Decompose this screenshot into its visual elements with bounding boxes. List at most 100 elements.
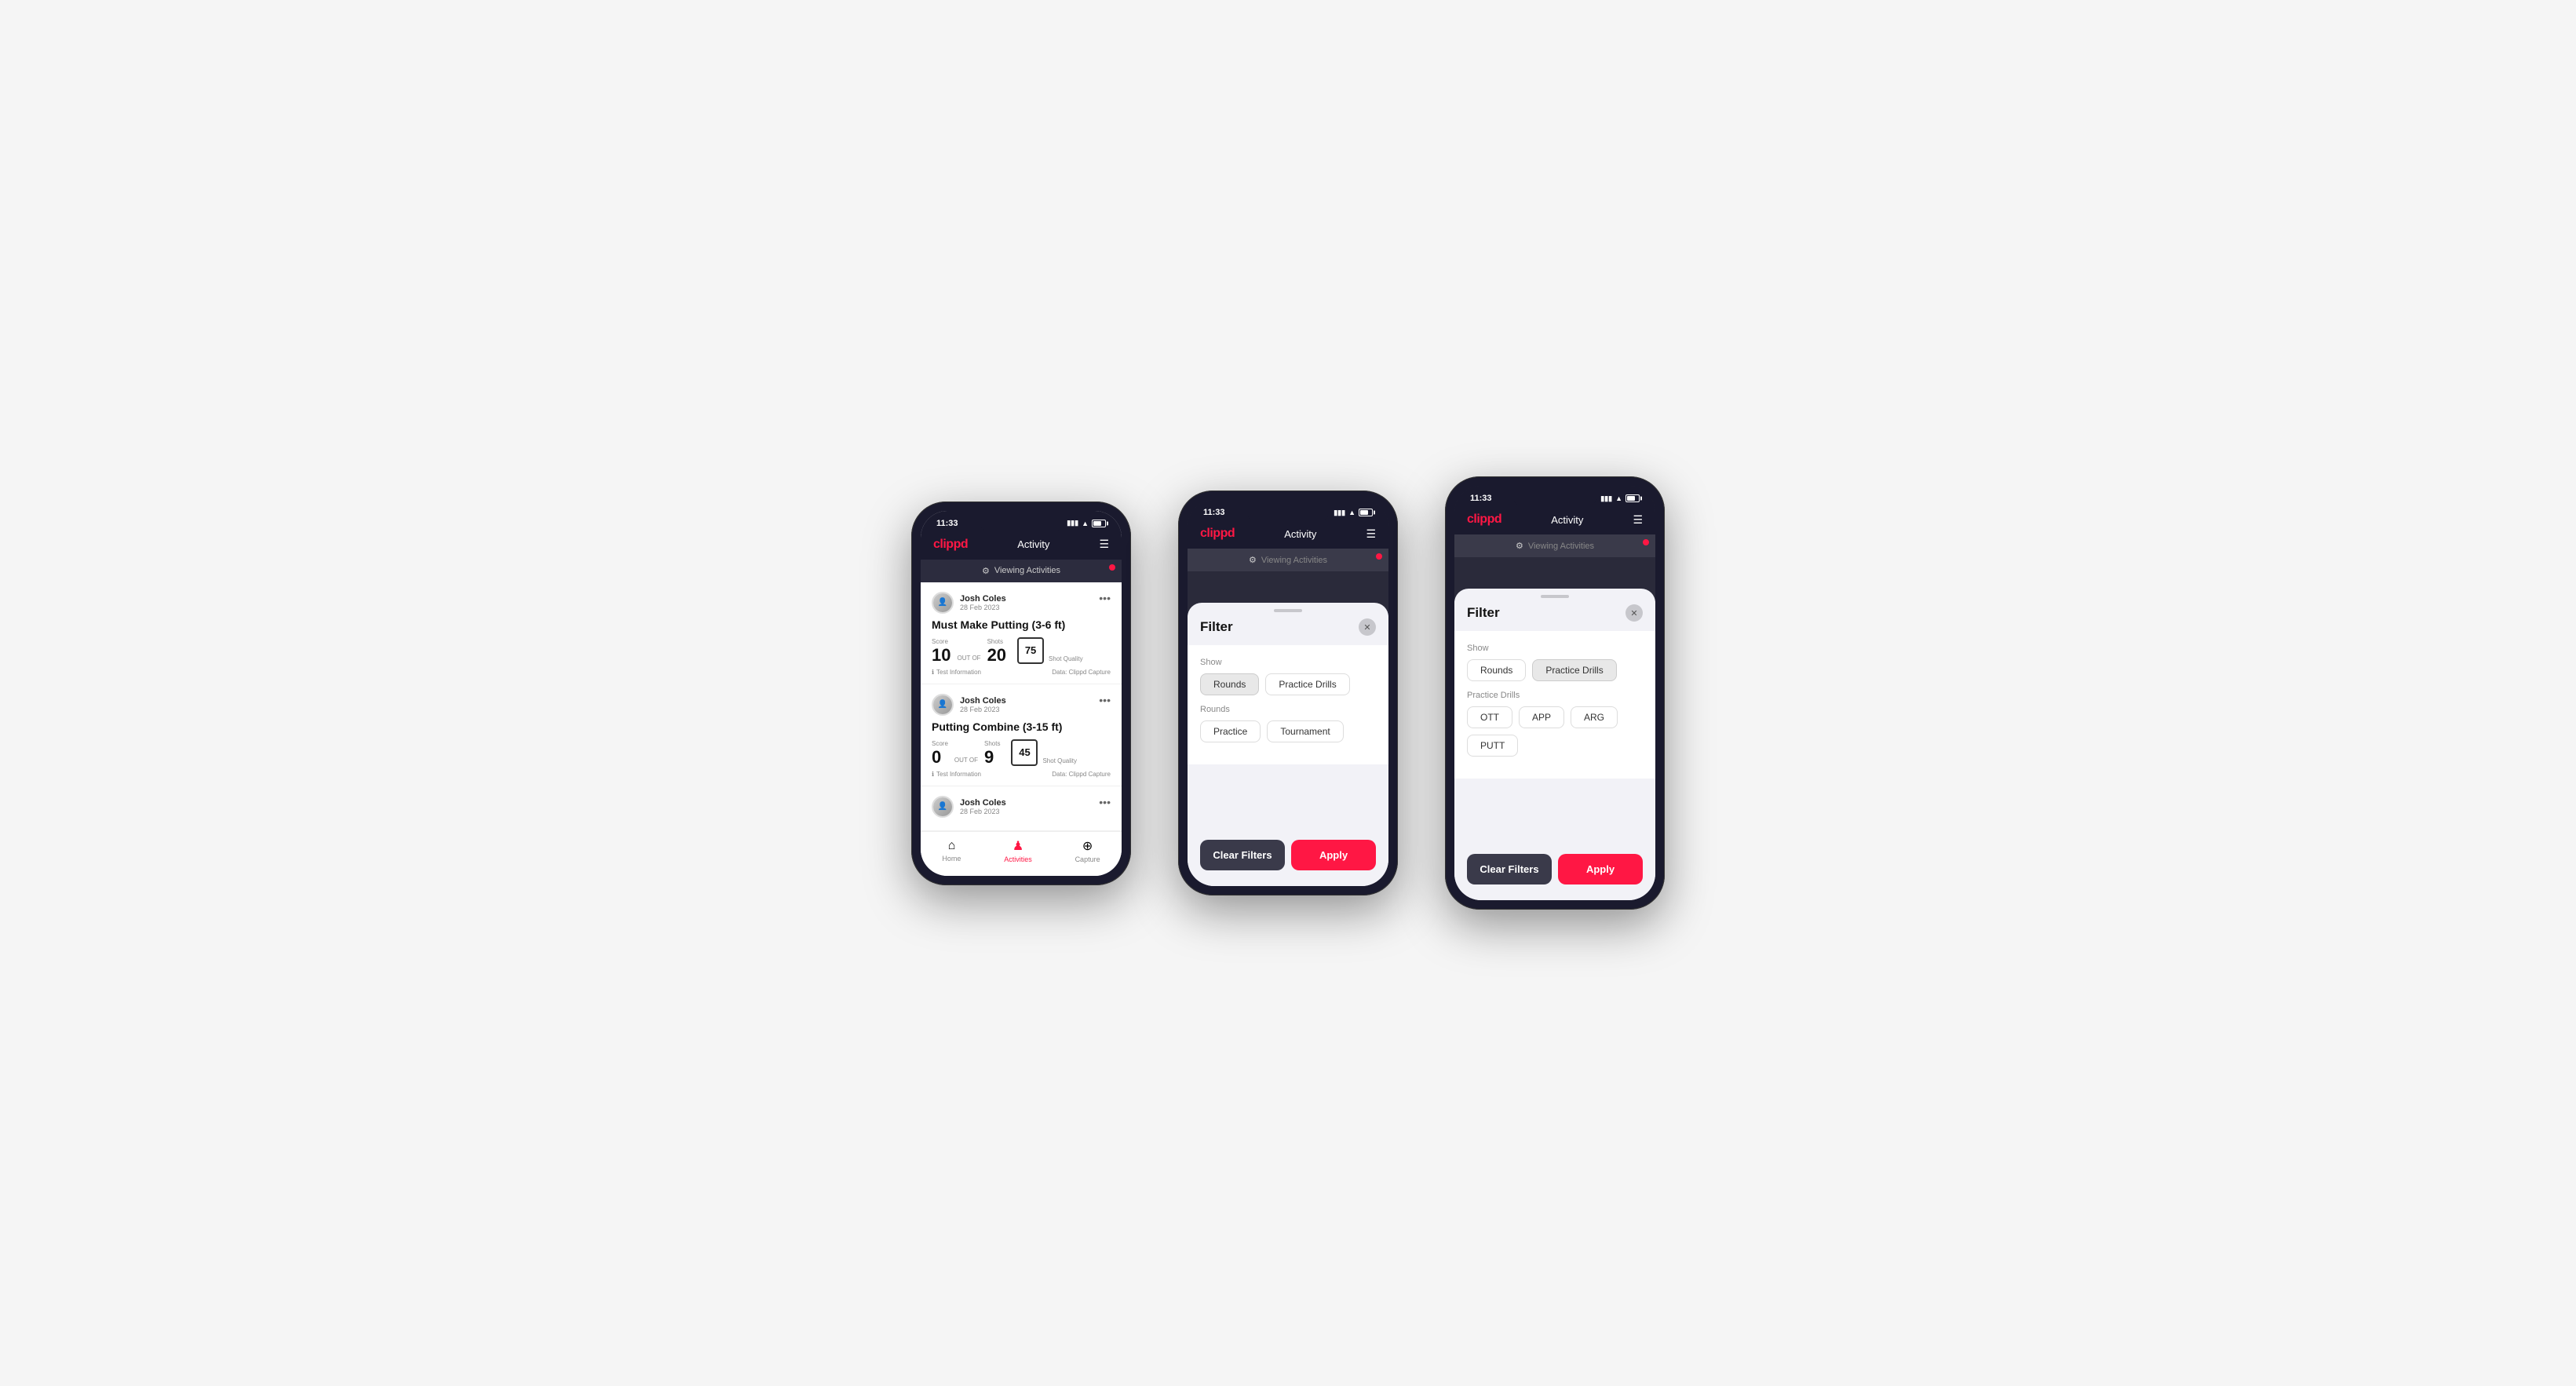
test-info-1: ℹ Test Information	[932, 669, 981, 676]
nav-home[interactable]: ⌂ Home	[942, 839, 961, 863]
modal-header-3: Filter ✕	[1454, 601, 1655, 631]
shots-label-1: Shots	[987, 638, 1006, 645]
signal-icon: ▮▮▮	[1067, 519, 1078, 527]
viewing-bar-3: ⚙ Viewing Activities	[1454, 534, 1655, 557]
app-header-3: clippd Activity ☰	[1454, 506, 1655, 534]
modal-close-3[interactable]: ✕	[1626, 604, 1643, 622]
viewing-dot-2	[1376, 553, 1382, 560]
practice-drills-btn-3[interactable]: Practice Drills	[1532, 659, 1616, 681]
practice-drills-section-label-3: Practice Drills	[1467, 691, 1643, 700]
score-value-2: 0	[932, 749, 948, 766]
stats-row-2: Score 0 OUT OF Shots 9 45 Shot Quality	[932, 739, 1111, 766]
ott-btn-3[interactable]: OTT	[1467, 706, 1512, 728]
apply-btn-3[interactable]: Apply	[1558, 854, 1643, 884]
notch-3	[1512, 486, 1598, 508]
activities-label: Activities	[1004, 855, 1032, 863]
hamburger-icon[interactable]: ☰	[1099, 538, 1109, 551]
rounds-buttons-2: Practice Tournament	[1200, 720, 1376, 742]
wifi-icon-3: ▲	[1615, 494, 1622, 502]
clear-filters-btn-2[interactable]: Clear Filters	[1200, 840, 1285, 870]
activity-card-1: 👤 Josh Coles 28 Feb 2023 ••• Must Make P…	[921, 582, 1122, 684]
more-icon-3[interactable]: •••	[1099, 796, 1111, 808]
modal-spacer-3	[1454, 785, 1655, 848]
putt-btn-3[interactable]: PUTT	[1467, 735, 1518, 757]
card-header-1: 👤 Josh Coles 28 Feb 2023 •••	[932, 592, 1111, 614]
wifi-icon-2: ▲	[1348, 509, 1356, 516]
user-info-2: 👤 Josh Coles 28 Feb 2023	[932, 694, 1006, 716]
show-buttons-3: Rounds Practice Drills	[1467, 659, 1643, 681]
nav-capture[interactable]: ⊕ Capture	[1075, 838, 1100, 863]
notch	[978, 511, 1064, 533]
rounds-btn-3[interactable]: Rounds	[1467, 659, 1526, 681]
data-source-2: Data: Clippd Capture	[1052, 771, 1111, 778]
hamburger-icon-3[interactable]: ☰	[1633, 513, 1643, 527]
app-btn-3[interactable]: APP	[1519, 706, 1564, 728]
stats-row-1: Score 10 OUT OF Shots 20 75 Shot Quality	[932, 637, 1111, 664]
shots-value-2: 9	[984, 749, 1000, 766]
shot-quality-value-1: 75	[1025, 644, 1036, 656]
notch-2	[1245, 500, 1331, 522]
activity-card-3: 👤 Josh Coles 28 Feb 2023 •••	[921, 786, 1122, 831]
nav-activities[interactable]: ♟ Activities	[1004, 838, 1032, 863]
drill-buttons-3: OTT APP ARG PUTT	[1467, 706, 1643, 757]
user-details-1: Josh Coles 28 Feb 2023	[960, 594, 1006, 611]
sq-label-1: Shot Quality	[1049, 655, 1083, 662]
shot-quality-value-2: 45	[1019, 746, 1030, 758]
phone-3: 11:33 ▮▮▮ ▲ clippd Activity ☰ ⚙ Viewing …	[1445, 476, 1665, 910]
tournament-btn-2[interactable]: Tournament	[1267, 720, 1343, 742]
practice-drills-btn-2[interactable]: Practice Drills	[1265, 673, 1349, 695]
modal-title-2: Filter	[1200, 619, 1233, 635]
avatar-1: 👤	[932, 592, 954, 614]
score-label-1: Score	[932, 638, 950, 645]
clear-filters-btn-3[interactable]: Clear Filters	[1467, 854, 1552, 884]
card-footer-1: ℹ Test Information Data: Clippd Capture	[932, 669, 1111, 676]
battery-icon-3	[1626, 494, 1640, 502]
activity-card-2: 👤 Josh Coles 28 Feb 2023 ••• Putting Com…	[921, 684, 1122, 786]
sq-label-group-1: Shot Quality	[1049, 655, 1083, 664]
handle-bar-3	[1541, 595, 1569, 598]
capture-label: Capture	[1075, 855, 1100, 863]
app-header: clippd Activity ☰	[921, 531, 1122, 560]
shots-label-2: Shots	[984, 740, 1000, 747]
avatar-3: 👤	[932, 796, 954, 818]
phone-1: 11:33 ▮▮▮ ▲ clippd Activity ☰ ⚙ Viewing …	[911, 502, 1131, 885]
viewing-activities-bar[interactable]: ⚙ Viewing Activities	[921, 560, 1122, 582]
modal-footer-2: Clear Filters Apply	[1188, 833, 1388, 886]
user-info-1: 👤 Josh Coles 28 Feb 2023	[932, 592, 1006, 614]
filter-icon: ⚙	[982, 566, 990, 576]
header-title-3: Activity	[1551, 514, 1583, 526]
arg-btn-3[interactable]: ARG	[1571, 706, 1618, 728]
apply-btn-2[interactable]: Apply	[1291, 840, 1376, 870]
home-icon: ⌂	[948, 839, 956, 853]
home-label: Home	[942, 855, 961, 863]
shot-quality-badge-1: 75	[1017, 637, 1044, 664]
shot-quality-badge-2: 45	[1011, 739, 1038, 766]
user-details-3: Josh Coles 28 Feb 2023	[960, 798, 1006, 815]
test-info-2: ℹ Test Information	[932, 771, 981, 778]
sq-label-group-2: Shot Quality	[1042, 757, 1077, 766]
shots-group-2: Shots 9	[984, 740, 1000, 766]
viewing-label-2: Viewing Activities	[1261, 556, 1327, 565]
viewing-dot	[1109, 564, 1115, 571]
more-icon-2[interactable]: •••	[1099, 694, 1111, 706]
filter-modal-2: Filter ✕ Show Rounds Practice Drills Rou…	[1188, 603, 1388, 886]
more-icon-1[interactable]: •••	[1099, 592, 1111, 604]
status-icons: ▮▮▮ ▲	[1067, 519, 1106, 527]
rounds-btn-2[interactable]: Rounds	[1200, 673, 1259, 695]
hamburger-icon-2[interactable]: ☰	[1366, 527, 1376, 541]
dim-bg-3	[1454, 557, 1655, 589]
modal-handle-3	[1454, 589, 1655, 601]
practice-btn-2[interactable]: Practice	[1200, 720, 1261, 742]
signal-icon-2: ▮▮▮	[1334, 509, 1345, 517]
modal-close-2[interactable]: ✕	[1359, 618, 1376, 636]
score-group-2: Score 0	[932, 740, 948, 766]
user-name-3: Josh Coles	[960, 798, 1006, 808]
show-label-3: Show	[1467, 644, 1643, 653]
card-header-2: 👤 Josh Coles 28 Feb 2023 •••	[932, 694, 1111, 716]
out-of-1: OUT OF	[957, 655, 980, 662]
score-group-1: Score 10	[932, 638, 950, 664]
viewing-label-3: Viewing Activities	[1528, 542, 1594, 551]
logo-2: clippd	[1200, 527, 1235, 541]
user-date-2: 28 Feb 2023	[960, 706, 1006, 713]
avatar-2: 👤	[932, 694, 954, 716]
